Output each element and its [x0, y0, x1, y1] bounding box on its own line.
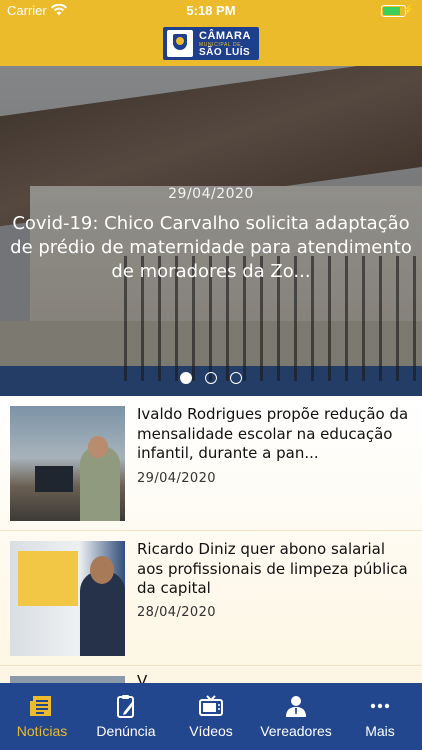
news-title: Ricardo Diniz quer abono salarial aos pr… — [137, 540, 408, 597]
tab-videos[interactable]: Vídeos — [168, 683, 254, 750]
news-date: 29/04/2020 — [137, 471, 216, 486]
newspaper-icon — [30, 696, 51, 716]
more-icon — [370, 703, 390, 709]
news-thumbnail — [10, 676, 125, 683]
tab-noticias[interactable]: Notícias — [0, 683, 84, 750]
hero-title[interactable]: Covid-19: Chico Carvalho solicita adapta… — [8, 212, 414, 284]
carousel-dot-1[interactable] — [179, 372, 192, 384]
news-date: 28/04/2020 — [137, 605, 216, 620]
charging-bolt-icon: ⚡ — [402, 4, 416, 16]
tab-vereadores[interactable]: Vereadores — [254, 683, 338, 750]
news-list[interactable]: Ivaldo Rodrigues propõe redução da mensa… — [0, 396, 422, 683]
clipboard-pen-icon — [117, 695, 134, 718]
news-title: V — [137, 672, 148, 683]
tab-mais[interactable]: Mais — [338, 683, 422, 750]
camara-logo: CÂMARA MUNICIPAL DE SÃO LUÍS — [163, 27, 259, 60]
news-item[interactable]: Ivaldo Rodrigues propõe redução da mensa… — [0, 396, 422, 531]
status-bar: Carrier 5:18 PM ⚡ — [0, 0, 422, 22]
carousel-dot-2[interactable] — [205, 372, 217, 384]
person-icon — [286, 696, 306, 717]
header-bar: Carrier 5:18 PM ⚡ CÂMARA MUNICIPAL DE SÃ… — [0, 0, 422, 66]
tab-denuncia[interactable]: Denúncia — [84, 683, 168, 750]
news-thumbnail — [10, 406, 125, 521]
featured-news-carousel[interactable]: 29/04/2020 Covid-19: Chico Carvalho soli… — [0, 66, 422, 396]
battery-fill — [383, 7, 400, 15]
news-thumbnail — [10, 541, 125, 656]
carousel-dot-3[interactable] — [230, 372, 243, 384]
status-time: 5:18 PM — [186, 3, 236, 18]
carousel-page-indicator[interactable] — [0, 369, 422, 388]
news-title: Ivaldo Rodrigues propõe redução da mensa… — [137, 405, 409, 462]
city-seal-icon — [167, 30, 193, 57]
news-item[interactable]: Ricardo Diniz quer abono salarial aos pr… — [0, 531, 422, 666]
tv-icon — [199, 695, 223, 716]
tab-bar: Notícias Denúncia Vídeos Vereadores Mais — [0, 683, 422, 750]
hero-date: 29/04/2020 — [168, 186, 254, 202]
